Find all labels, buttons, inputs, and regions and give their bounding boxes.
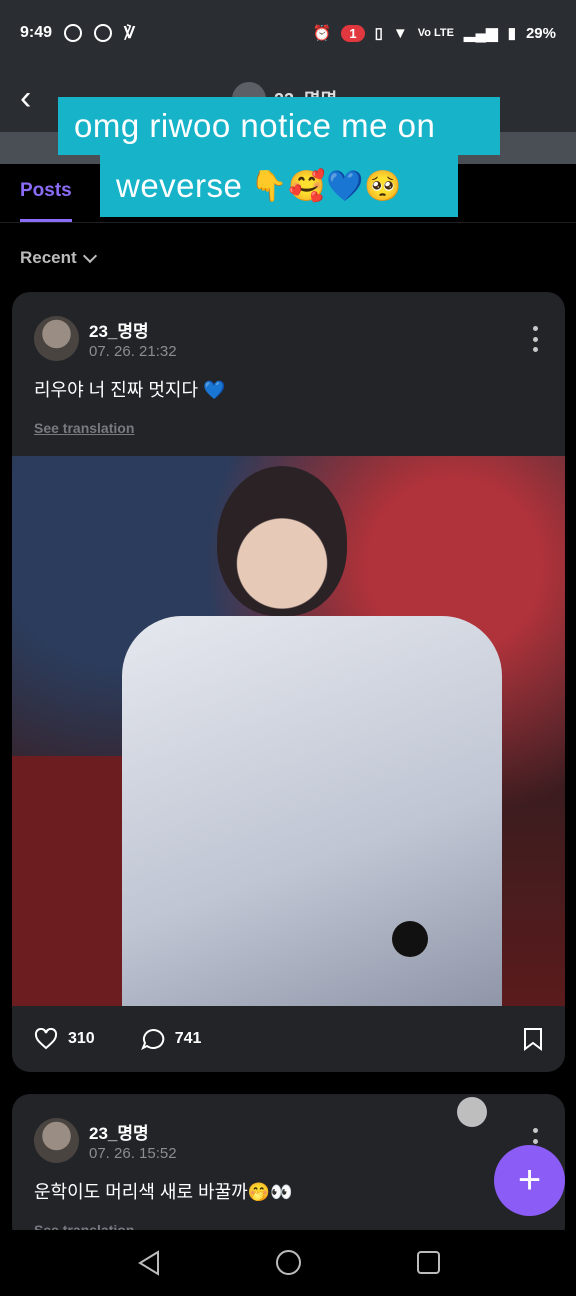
tab-posts[interactable]: Posts [20, 180, 72, 202]
nav-home-icon[interactable] [276, 1250, 301, 1275]
messenger-icon [64, 24, 83, 42]
post-text-body: 리우야 너 진짜 멋지다 [34, 380, 199, 400]
nav-back-icon[interactable] [136, 1250, 162, 1276]
vibrate-icon: ▯ [374, 25, 383, 42]
caption-overlay-line2: weverse 👇🥰💙🥺 [100, 155, 458, 217]
post-text: 리우야 너 진짜 멋지다 💙 [34, 376, 225, 402]
see-translation-link[interactable]: See translation [34, 420, 134, 436]
avatar[interactable] [34, 316, 79, 361]
wifi-icon: ▼ [392, 24, 408, 42]
post-actions: 310 741 [12, 1006, 565, 1072]
like-button[interactable]: 310 [34, 1028, 95, 1050]
post-author[interactable]: 23_명명 [89, 317, 149, 342]
sort-label: Recent [20, 248, 77, 267]
comment-count: 741 [174, 1030, 202, 1047]
blue-heart-emoji: 💙 [203, 380, 226, 400]
viber-icon: ℣ [124, 25, 135, 42]
sort-dropdown[interactable]: Recent [20, 248, 97, 268]
alarm-icon: ⏰ [312, 25, 332, 42]
post-card[interactable]: 23_명명 07. 26. 21:32 리우야 너 진짜 멋지다 💙 See t… [12, 292, 565, 1072]
caption-emojis: 👇🥰💙🥺 [250, 169, 402, 203]
bookmark-icon[interactable] [523, 1027, 543, 1051]
like-count: 310 [68, 1030, 95, 1047]
chevron-down-icon [82, 248, 97, 263]
photo-person-body [122, 616, 502, 1006]
network-type: Vo LTE [417, 27, 454, 39]
status-time: 9:49 [20, 24, 53, 41]
vpn-icon [94, 24, 113, 42]
back-button[interactable]: ‹ [20, 78, 50, 118]
post-author[interactable]: 23_명명 [89, 1119, 149, 1144]
create-post-button[interactable]: + [494, 1145, 565, 1216]
notification-badge: 1 [341, 24, 365, 42]
avatar[interactable] [34, 1118, 79, 1163]
post-time: 07. 26. 15:52 [89, 1145, 177, 1162]
caption-text-2: weverse [116, 167, 243, 204]
status-bar: 9:49 ℣ ⏰ 1 ▯ ▼ Vo LTE ▂▄▆ ▮ 29% [0, 0, 576, 66]
tab-divider [0, 222, 576, 223]
caption-text-1: omg riwoo notice me on [74, 107, 436, 144]
caption-overlay-line1: omg riwoo notice me on [58, 97, 500, 155]
photo-background-prop [12, 756, 132, 1006]
photo-microphone [392, 921, 428, 957]
assistive-touch-dot[interactable] [457, 1097, 487, 1127]
comment-button[interactable]: 741 [140, 1028, 202, 1050]
heart-icon [34, 1028, 58, 1050]
photo-person-head [217, 466, 347, 616]
post-text: 운학이도 머리색 새로 바꿀까🤭👀 [34, 1182, 293, 1202]
signal-icon: ▂▄▆ [464, 25, 498, 42]
post-image[interactable] [12, 456, 565, 1006]
comment-icon [140, 1028, 164, 1050]
post-time: 07. 26. 21:32 [89, 343, 177, 360]
battery-icon: ▮ [507, 25, 516, 42]
nav-recents-icon[interactable] [417, 1251, 440, 1274]
battery-percent: 29% [525, 24, 556, 42]
more-options-icon[interactable] [533, 326, 539, 352]
